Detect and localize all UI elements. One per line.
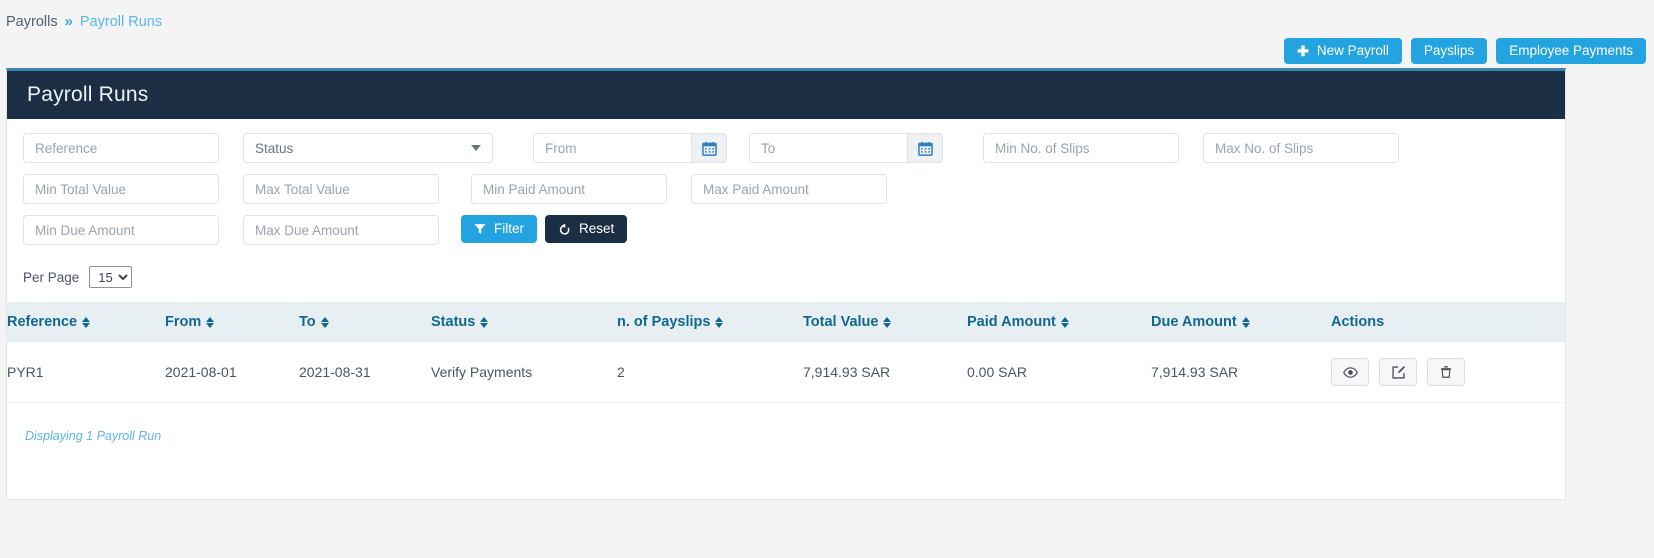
cell-due-amount: 7,914.93 SAR [1151, 342, 1331, 403]
column-header-due-amount[interactable]: Due Amount [1151, 302, 1331, 342]
calendar-icon [701, 141, 717, 156]
reference-input[interactable]: Reference [23, 133, 219, 163]
filter-form: Reference Status From To Min No. of Slip… [7, 119, 1565, 260]
column-header-actions: Actions [1331, 302, 1565, 342]
reset-button[interactable]: Reset [545, 215, 628, 243]
view-button[interactable] [1331, 358, 1369, 386]
table-header-row: Reference From To Status n. of Payslips … [7, 302, 1565, 342]
reset-button-label: Reset [579, 221, 615, 237]
max-due-amount-input[interactable]: Max Due Amount [243, 215, 439, 245]
cell-actions [1331, 342, 1565, 403]
cell-status: Verify Payments [431, 342, 617, 403]
payroll-runs-table: Reference From To Status n. of Payslips … [7, 302, 1565, 403]
per-page-label: Per Page [23, 269, 80, 285]
breadcrumb-root[interactable]: Payrolls [6, 14, 58, 30]
sort-icon [715, 316, 724, 329]
payslips-label: Payslips [1423, 43, 1475, 59]
new-payroll-button[interactable]: ✚ New Payroll [1284, 38, 1402, 64]
to-calendar-button[interactable] [907, 133, 943, 163]
per-page-control: Per Page 15 [7, 260, 1565, 302]
status-select-value: Status [255, 140, 294, 156]
filter-row-3: Min Due Amount Max Due Amount Filter Res… [23, 215, 1549, 245]
cell-payslips-count: 2 [617, 342, 803, 403]
column-label: Reference [7, 314, 78, 330]
filter-button-label: Filter [494, 221, 524, 237]
results-summary: Displaying 1 Payroll Run [25, 429, 162, 443]
calendar-icon [917, 141, 933, 156]
top-action-bar: ✚ New Payroll Payslips Employee Payments [1284, 38, 1646, 64]
delete-button[interactable] [1427, 358, 1465, 386]
max-slips-input[interactable]: Max No. of Slips [1203, 133, 1399, 163]
payroll-runs-panel: Payroll Runs Reference Status From To Mi… [6, 68, 1566, 500]
sort-icon [1060, 316, 1070, 329]
breadcrumb: Payrolls » Payroll Runs [6, 13, 162, 30]
undo-icon [559, 223, 570, 235]
plus-icon: ✚ [1297, 43, 1309, 59]
column-header-from[interactable]: From [165, 302, 299, 342]
table-head: Reference From To Status n. of Payslips … [7, 302, 1565, 342]
column-header-payslips[interactable]: n. of Payslips [617, 302, 803, 342]
min-due-amount-input[interactable]: Min Due Amount [23, 215, 219, 245]
table-row[interactable]: PYR1 2021-08-01 2021-08-31 Verify Paymen… [7, 342, 1565, 403]
column-label: Total Value [803, 314, 879, 330]
sort-icon [1241, 316, 1251, 329]
sort-icon [480, 316, 489, 329]
cell-to: 2021-08-31 [299, 342, 431, 403]
sort-icon [320, 316, 330, 329]
min-paid-amount-input[interactable]: Min Paid Amount [471, 174, 667, 204]
eye-icon [1342, 366, 1358, 378]
per-page-select[interactable]: 15 [89, 266, 133, 288]
status-select[interactable]: Status [243, 133, 493, 163]
payslips-button[interactable]: Payslips [1410, 38, 1488, 64]
cell-from: 2021-08-01 [165, 342, 299, 403]
column-label: From [165, 314, 202, 330]
trash-icon [1441, 366, 1451, 378]
from-date-group: From [533, 133, 727, 163]
column-label: Actions [1331, 314, 1385, 330]
min-total-value-input[interactable]: Min Total Value [23, 174, 219, 204]
to-date-input[interactable]: To [749, 133, 907, 163]
filter-row-2: Min Total Value Max Total Value Min Paid… [23, 174, 1549, 204]
chevron-down-icon [471, 145, 481, 151]
sort-icon [82, 316, 91, 329]
employee-payments-button[interactable]: Employee Payments [1496, 38, 1646, 64]
cell-total-value: 7,914.93 SAR [803, 342, 967, 403]
from-date-input[interactable]: From [533, 133, 691, 163]
column-label: n. of Payslips [617, 314, 711, 330]
table-body: PYR1 2021-08-01 2021-08-31 Verify Paymen… [7, 342, 1565, 403]
column-label: Status [431, 314, 476, 330]
page-title: Payroll Runs [27, 83, 149, 106]
column-label: Due Amount [1151, 314, 1237, 330]
column-label: To [299, 314, 316, 330]
funnel-icon [474, 224, 486, 234]
min-slips-input[interactable]: Min No. of Slips [983, 133, 1179, 163]
new-payroll-label: New Payroll [1316, 43, 1389, 59]
column-header-total-value[interactable]: Total Value [803, 302, 967, 342]
to-date-group: To [749, 133, 943, 163]
payroll-runs-table-wrapper: Reference From To Status n. of Payslips … [7, 302, 1565, 499]
max-total-value-input[interactable]: Max Total Value [243, 174, 439, 204]
filter-row-1: Reference Status From To Min No. of Slip… [23, 133, 1549, 163]
edit-icon [1391, 365, 1405, 379]
panel-header: Payroll Runs [7, 71, 1565, 119]
edit-button[interactable] [1379, 358, 1417, 386]
sort-icon [206, 316, 215, 329]
column-header-to[interactable]: To [299, 302, 431, 342]
cell-reference: PYR1 [7, 342, 165, 403]
column-label: Paid Amount [967, 314, 1056, 330]
breadcrumb-separator-icon: » [64, 13, 73, 30]
sort-icon [883, 316, 892, 329]
from-calendar-button[interactable] [691, 133, 727, 163]
max-paid-amount-input[interactable]: Max Paid Amount [691, 174, 887, 204]
breadcrumb-current[interactable]: Payroll Runs [80, 14, 162, 30]
filter-button[interactable]: Filter [461, 215, 537, 243]
employee-payments-label: Employee Payments [1509, 43, 1633, 59]
column-header-reference[interactable]: Reference [7, 302, 165, 342]
cell-paid-amount: 0.00 SAR [967, 342, 1151, 403]
payroll-runs-page: Payrolls » Payroll Runs ✚ New Payroll Pa… [0, 0, 1654, 558]
column-header-paid-amount[interactable]: Paid Amount [967, 302, 1151, 342]
column-header-status[interactable]: Status [431, 302, 617, 342]
